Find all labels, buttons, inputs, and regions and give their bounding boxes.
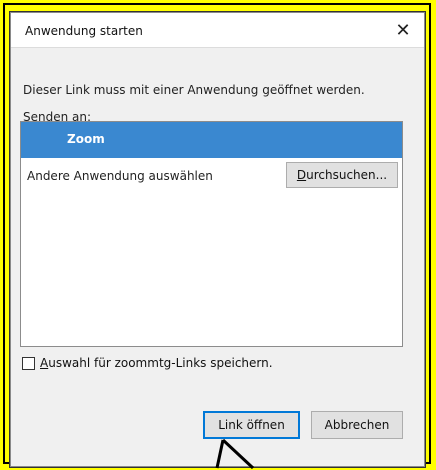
launch-application-dialog: Anwendung starten ✕ Dieser Link muss mit…	[10, 12, 425, 467]
mouse-cursor-icon	[215, 438, 255, 470]
remember-choice-accesskey: A	[40, 356, 49, 370]
remember-choice-checkbox[interactable]	[22, 356, 35, 370]
remember-choice-row[interactable]: Auswahl für zoommtg-Links speichern.	[22, 353, 273, 373]
browse-button[interactable]: Durchsuchen...	[286, 162, 398, 188]
remember-choice-text: uswahl für zoommtg-Links speichern.	[48, 356, 273, 370]
list-item-zoom[interactable]: Zoom	[21, 122, 402, 158]
dialog-message: Dieser Link muss mit einer Anwendung geö…	[23, 83, 365, 97]
list-item-other-application[interactable]: Andere Anwendung auswählen Durchsuchen..…	[21, 158, 402, 194]
dialog-titlebar: Anwendung starten ✕	[11, 13, 424, 48]
zoom-label: Zoom	[67, 132, 105, 146]
cancel-button[interactable]: Abbrechen	[311, 411, 403, 439]
other-application-label: Andere Anwendung auswählen	[27, 169, 213, 183]
browse-button-accesskey: D	[296, 168, 307, 182]
dialog-title: Anwendung starten	[25, 24, 143, 38]
remember-choice-label: Auswahl für zoommtg-Links speichern.	[40, 356, 273, 370]
close-icon[interactable]: ✕	[390, 17, 416, 43]
open-link-button[interactable]: Link öffnen	[203, 411, 300, 439]
application-list[interactable]: Zoom Andere Anwendung auswählen Durchsuc…	[20, 121, 403, 347]
browse-button-label: urchsuchen...	[306, 168, 388, 182]
